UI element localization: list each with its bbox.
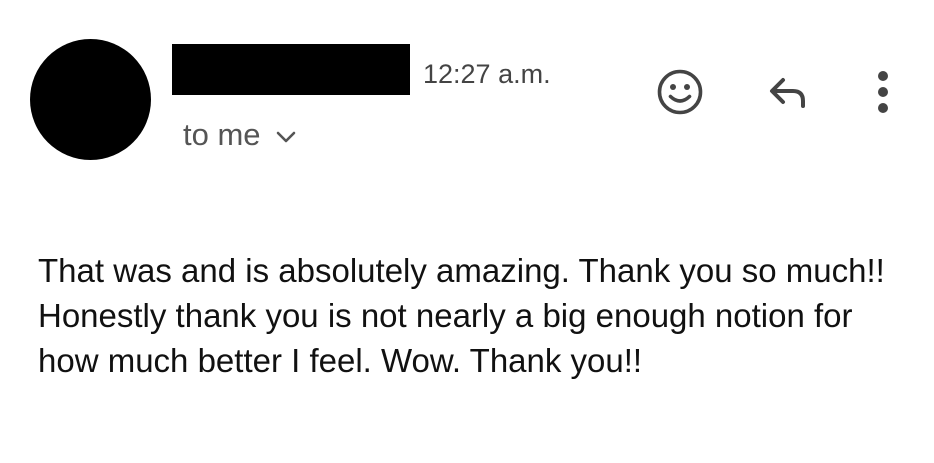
recipient-details-toggle[interactable]: to me (183, 116, 297, 154)
sender-avatar[interactable] (30, 39, 151, 160)
reply-arrow-icon (770, 78, 805, 108)
reply-button[interactable] (760, 70, 816, 114)
more-vertical-icon (878, 71, 888, 113)
chevron-down-icon (276, 131, 295, 143)
email-timestamp: 12:27 a.m. (423, 59, 551, 89)
more-options-button[interactable] (866, 66, 900, 118)
sender-name-redacted (172, 44, 410, 95)
add-reaction-button[interactable] (652, 64, 708, 120)
email-body: That was and is absolutely amazing. Than… (38, 252, 885, 379)
recipient-label: to me (183, 117, 261, 152)
smiley-emoji-icon (657, 69, 703, 115)
